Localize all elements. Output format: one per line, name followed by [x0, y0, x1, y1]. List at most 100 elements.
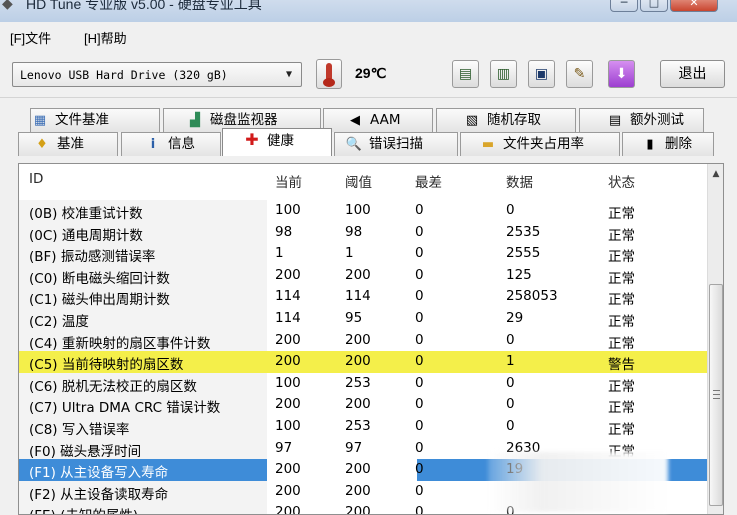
tab-info[interactable]: i 信息 — [121, 132, 221, 156]
cell-threshold: 200 — [345, 353, 371, 370]
column-header-status[interactable]: 状态 — [608, 171, 635, 191]
table-row[interactable]: (C7) Ultra DMA CRC 错误计数 200 200 0 0 正常 — [19, 394, 707, 416]
cell-worst: 0 — [415, 504, 424, 515]
magnifier-icon: 🔍 — [345, 137, 363, 152]
cell-id: (C1) 磁头伸出周期计数 — [29, 292, 170, 309]
column-header-threshold[interactable]: 阈值 — [345, 171, 372, 191]
cell-current: 200 — [275, 461, 301, 478]
save-icon: ▣ — [534, 66, 549, 82]
app-icon: ◆ — [2, 0, 13, 12]
cell-status: 正常 — [608, 292, 635, 309]
tab-delete[interactable]: ▮ 删除 — [622, 132, 714, 156]
table-row[interactable]: (C8) 写入错误率 100 253 0 0 正常 — [19, 416, 707, 438]
column-header-data[interactable]: 数据 — [506, 171, 533, 191]
save-button[interactable]: ▣ — [528, 60, 555, 88]
cell-worst: 0 — [415, 266, 424, 283]
title-bar: ◆ HD Tune 专业版 v5.00 - 硬盘专业工具 ─ □ ✕ — [0, 0, 737, 22]
column-header-id[interactable]: ID — [29, 171, 43, 187]
cell-threshold: 200 — [345, 331, 371, 348]
cell-data: 29 — [506, 310, 524, 326]
table-row[interactable]: (C0) 断电磁头缩回计数 200 200 0 125 正常 — [19, 264, 707, 287]
close-button[interactable]: ✕ — [670, 0, 718, 12]
cell-worst: 0 — [415, 331, 424, 348]
cell-worst: 0 — [415, 461, 424, 478]
tab-random-access[interactable]: ▧ 随机存取 — [436, 108, 576, 132]
cell-worst: 0 — [415, 374, 424, 391]
dropdown-arrow-icon: ▼ — [285, 69, 293, 80]
cell-worst: 0 — [415, 223, 424, 240]
info-icon: i — [150, 137, 156, 152]
cell-worst: 0 — [415, 439, 424, 456]
cell-data: 0 — [506, 396, 515, 413]
cell-data: 2535 — [506, 223, 541, 240]
tab-file-benchmark[interactable]: ▦ 文件基准 — [30, 108, 160, 132]
table-row[interactable]: (0C) 通电周期计数 98 98 0 2535 正常 — [19, 221, 707, 244]
scrollbar-thumb[interactable] — [709, 284, 723, 506]
scroll-up-icon[interactable]: ▲ — [709, 166, 723, 182]
cell-threshold: 200 — [345, 396, 371, 413]
table-row[interactable]: (C1) 磁头伸出周期计数 114 114 0 258053 正常 — [19, 286, 707, 308]
cell-data: 2555 — [506, 245, 541, 262]
cell-data: 258053 — [506, 288, 558, 305]
column-header-current[interactable]: 当前 — [275, 171, 302, 191]
tab-health[interactable]: ✚ 健康 — [222, 128, 332, 156]
file-benchmark-icon: ▦ — [33, 113, 47, 128]
blurred-area — [488, 452, 668, 512]
cell-threshold: 200 — [345, 482, 371, 499]
cell-threshold: 253 — [345, 418, 371, 434]
cell-id: (BF) 振动感测错误率 — [29, 249, 156, 266]
minimize-button[interactable]: ─ — [610, 0, 638, 12]
table-row[interactable]: (C2) 温度 114 95 0 29 正常 — [19, 308, 707, 330]
cell-current: 200 — [275, 504, 301, 515]
table-row[interactable]: (C6) 脱机无法校正的扇区数 100 253 0 0 正常 — [19, 372, 707, 395]
cell-threshold: 1 — [345, 245, 354, 262]
table-row[interactable]: (C5) 当前待映射的扇区数 200 200 0 1 警告 — [19, 351, 707, 373]
cell-status: 警告 — [608, 357, 635, 374]
tab-aam[interactable]: ◀ AAM — [323, 108, 433, 132]
exit-button[interactable]: 退出 — [660, 60, 725, 88]
speaker-icon: ◀ — [350, 113, 360, 128]
cell-data: 0 — [506, 202, 515, 218]
tab-error-scan[interactable]: 🔍 错误扫描 — [334, 132, 458, 156]
download-button[interactable]: ⬇ — [608, 60, 635, 88]
copy-screenshot-button[interactable]: ▥ — [490, 60, 517, 88]
cell-threshold: 114 — [345, 288, 371, 305]
copy-screenshot-icon: ▥ — [496, 66, 511, 82]
tab-extra-tests[interactable]: ▤ 额外测试 — [579, 108, 704, 132]
download-arrow-icon: ⬇ — [615, 66, 628, 82]
table-row[interactable]: (C4) 重新映射的扇区事件计数 200 200 0 0 正常 — [19, 329, 707, 352]
cell-id: (F2) 从主设备读取寿命 — [29, 486, 169, 503]
cell-status: 正常 — [608, 378, 635, 395]
drive-select[interactable]: Lenovo USB Hard Drive (320 gB) ▼ — [12, 62, 302, 87]
table-row[interactable]: (BF) 振动感测错误率 1 1 0 2555 正常 — [19, 243, 707, 265]
cell-current: 114 — [275, 288, 301, 305]
copy-text-icon: ▤ — [458, 66, 473, 82]
column-header-worst[interactable]: 最差 — [415, 171, 442, 191]
drive-select-value: Lenovo USB Hard Drive (320 gB) — [20, 68, 228, 82]
cell-threshold: 200 — [345, 266, 371, 283]
grip-icon — [713, 390, 720, 399]
menu-help[interactable]: [H]帮助 — [84, 28, 127, 47]
table-header: ID 当前 阈值 最差 数据 状态 — [19, 164, 707, 194]
cell-status: 正常 — [608, 270, 635, 287]
disk-monitor-icon: ▟ — [190, 113, 200, 128]
cell-id: (0B) 校准重试计数 — [29, 206, 143, 222]
toolbar: Lenovo USB Hard Drive (320 gB) ▼ 29℃ ▤ ▥… — [0, 50, 737, 98]
cell-worst: 0 — [415, 353, 424, 370]
cell-status: 正常 — [608, 227, 635, 244]
cell-worst: 0 — [415, 288, 424, 305]
menu-file[interactable]: [F]文件 — [10, 28, 51, 47]
bulb-icon: ♦ — [36, 137, 48, 152]
tab-folder-usage[interactable]: ▬ 文件夹占用率 — [460, 132, 620, 156]
table-row[interactable]: (0B) 校准重试计数 100 100 0 0 正常 — [19, 200, 707, 222]
cell-id: (0C) 通电周期计数 — [29, 227, 143, 244]
vertical-scrollbar[interactable]: ▲ — [707, 164, 723, 514]
cell-threshold: 200 — [345, 461, 371, 478]
copy-text-button[interactable]: ▤ — [452, 60, 479, 88]
tab-benchmark[interactable]: ♦ 基准 — [18, 132, 118, 156]
cell-status: 正常 — [608, 206, 635, 222]
maximize-button[interactable]: □ — [640, 0, 668, 12]
options-button[interactable]: ✎ — [566, 60, 593, 88]
cell-current: 200 — [275, 331, 301, 348]
cell-current: 114 — [275, 310, 301, 326]
